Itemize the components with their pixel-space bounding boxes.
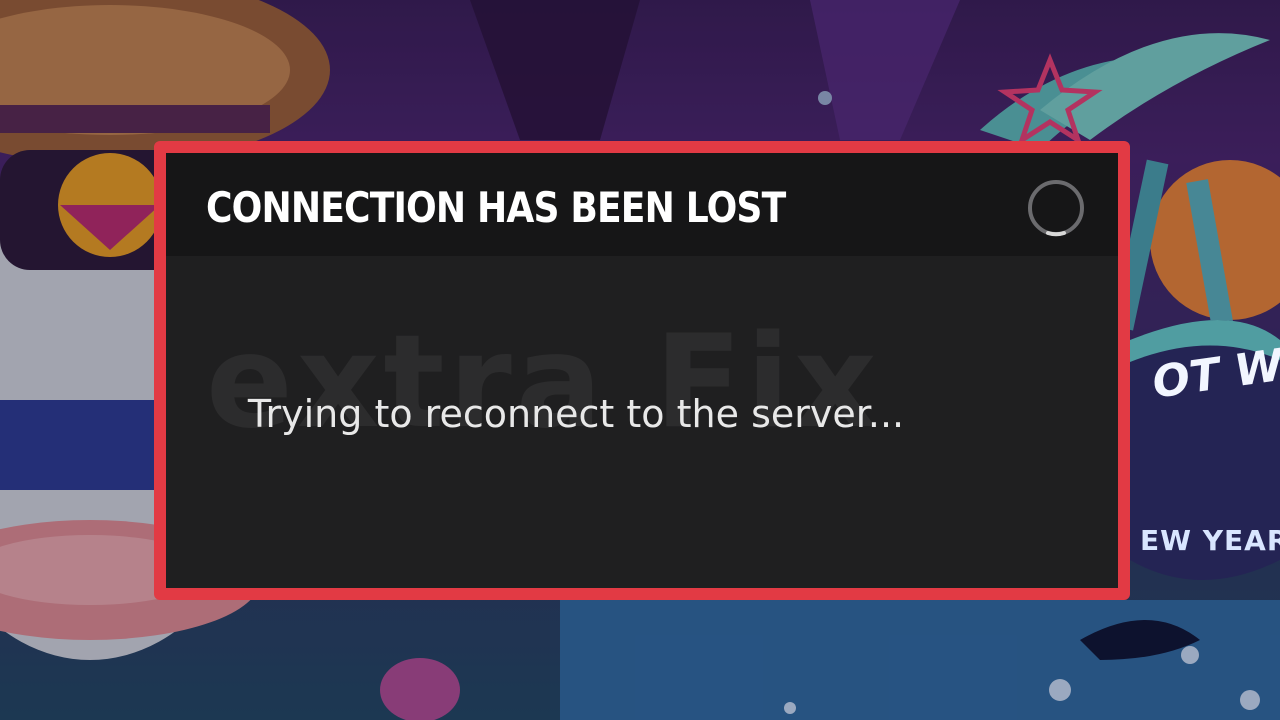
loading-spinner-icon — [1028, 180, 1084, 237]
connection-lost-dialog: CONNECTION HAS BEEN LOST extra Fix Tryin… — [154, 141, 1130, 600]
game-screen: OT WIN EW YEAR 2 CONNECTION HAS BEEN LOS… — [0, 0, 1280, 720]
reconnect-message: Trying to reconnect to the server... — [247, 392, 905, 436]
dialog-title: CONNECTION HAS BEEN LOST — [206, 183, 786, 232]
event-banner-bottom-text: EW YEAR 2 — [1140, 524, 1280, 557]
dialog-body: extra Fix Trying to reconnect to the ser… — [166, 256, 1118, 588]
dialog-header: CONNECTION HAS BEEN LOST — [166, 153, 1118, 256]
